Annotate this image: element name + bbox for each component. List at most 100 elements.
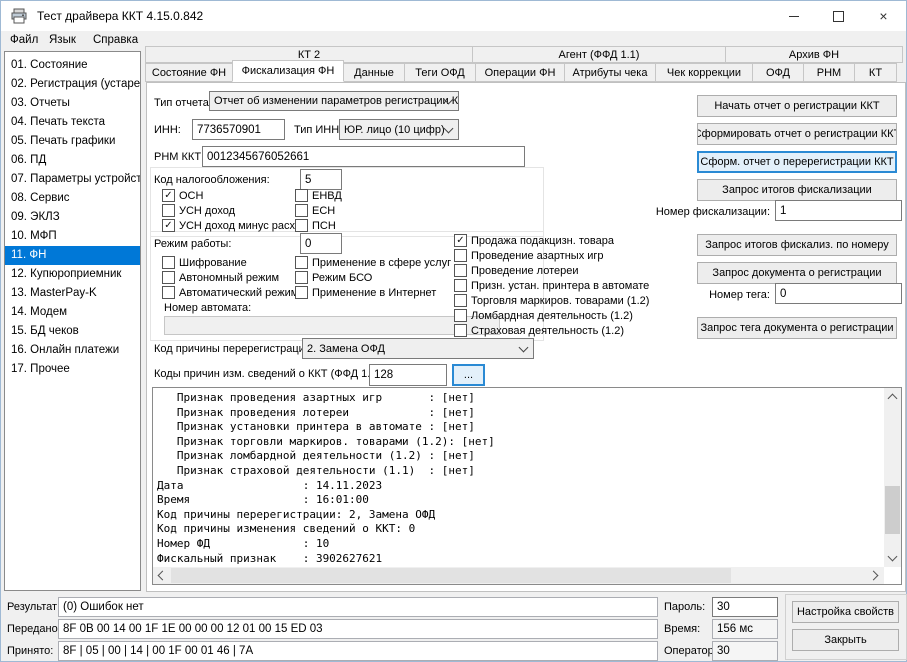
- checkbox-insurance[interactable]: Страховая деятельность (1.2): [454, 324, 624, 337]
- time-field[interactable]: 156 мс: [712, 619, 778, 639]
- request-fisc-results-button[interactable]: Запрос итогов фискализации: [697, 179, 897, 201]
- received-field[interactable]: 8F | 05 | 00 | 14 | 00 1F 00 01 46 | 7A: [58, 641, 658, 661]
- menu-file[interactable]: Файл: [5, 31, 43, 49]
- sidebar-item-modem[interactable]: 14. Модем: [5, 303, 140, 322]
- log-line: Время : 16:01:00: [157, 493, 881, 508]
- tab-operacii-fn[interactable]: Операции ФН: [475, 63, 565, 82]
- checkbox-envd[interactable]: ЕНВД: [295, 189, 342, 202]
- minimize-button[interactable]: [771, 1, 816, 31]
- checkbox-primenenie-v-sfere-uslug[interactable]: Применение в сфере услуг: [295, 256, 451, 269]
- fiscalization-panel: Тип отчета: Отчет об изменении параметро…: [146, 82, 906, 592]
- sidebar-item-otchety[interactable]: 03. Отчеты: [5, 94, 140, 113]
- checkbox-pawnshop[interactable]: Ломбардная деятельность (1.2): [454, 309, 633, 322]
- tab-agent[interactable]: Агент (ФФД 1.1): [472, 46, 726, 63]
- menu-help[interactable]: Справка: [88, 31, 143, 49]
- sidebar-item-prochee[interactable]: 17. Прочее: [5, 360, 140, 379]
- request-reg-tag-button[interactable]: Запрос тега документа о регистрации: [697, 317, 897, 339]
- sidebar-item-mfp[interactable]: 10. МФП: [5, 227, 140, 246]
- checkbox-label: Торговля маркиров. товарами (1.2): [471, 295, 649, 307]
- work-mode-field[interactable]: 0: [300, 233, 342, 254]
- report-type-select[interactable]: Отчет об изменении параметров регистраци…: [209, 91, 459, 111]
- checkbox-label: ЕСН: [312, 205, 335, 217]
- log-line: Признак ломбардной деятельности (1.2) : …: [157, 449, 881, 464]
- inn-type-select[interactable]: ЮР. лицо (10 цифр): [339, 119, 459, 140]
- settings-button[interactable]: Настройка свойств: [792, 601, 899, 623]
- tab-rnm[interactable]: РНМ: [803, 63, 855, 82]
- request-fisc-by-number-button[interactable]: Запрос итогов фискализ. по номеру: [697, 234, 897, 256]
- checkbox-osn[interactable]: ✓ ОСН: [162, 189, 203, 202]
- sidebar-item-kupyuropriemnik[interactable]: 12. Купюроприемник: [5, 265, 140, 284]
- sidebar-item-parametry-ustroystva[interactable]: 07. Параметры устройства: [5, 170, 140, 189]
- vertical-scrollbar[interactable]: [884, 388, 901, 567]
- maximize-button[interactable]: [816, 1, 861, 31]
- tab-atributy-cheka[interactable]: Атрибуты чека: [564, 63, 656, 82]
- checkbox-primenenie-v-internet[interactable]: Применение в Интернет: [295, 286, 436, 299]
- inn-field[interactable]: 7736570901: [192, 119, 285, 140]
- fisc-number-field[interactable]: 1: [775, 200, 902, 221]
- operator-field[interactable]: 30: [712, 641, 778, 661]
- log-output[interactable]: Признак проведения азартных игр : [нет] …: [152, 387, 902, 585]
- automat-number-field[interactable]: [164, 316, 500, 335]
- request-reg-document-button[interactable]: Запрос документа о регистрации: [697, 262, 897, 284]
- sidebar-item-onlayn-platezhi[interactable]: 16. Онлайн платежи: [5, 341, 140, 360]
- checkbox-shifrovanie[interactable]: Шифрование: [162, 256, 247, 269]
- form-reg-report-button[interactable]: Сформировать отчет о регистрации ККТ: [697, 123, 897, 145]
- checkbox-printer-in-automat[interactable]: Призн. устан. принтера в автомате: [454, 279, 649, 292]
- form-rereg-report-button[interactable]: Сформ. отчет о перерегистрации ККТ: [697, 151, 897, 173]
- checkbox-usn-dohod[interactable]: УСН доход: [162, 204, 235, 217]
- checkbox-esn[interactable]: ЕСН: [295, 204, 335, 217]
- rnm-field[interactable]: 0012345676052661: [202, 146, 525, 167]
- tab-kt[interactable]: КТ: [854, 63, 897, 82]
- horizontal-scrollbar[interactable]: [153, 567, 884, 584]
- tag-number-field[interactable]: 0: [775, 283, 902, 304]
- tab-tegi-ofd[interactable]: Теги ОФД: [404, 63, 476, 82]
- menu-language[interactable]: Язык: [44, 31, 81, 49]
- checkbox-sale-excise[interactable]: ✓ Продажа подакцизн. товара: [454, 234, 614, 247]
- inn-type-value: ЮР. лицо (10 цифр): [344, 124, 445, 136]
- sidebar-item-registraciya[interactable]: 02. Регистрация (устаревш.): [5, 75, 140, 94]
- tab-ofd[interactable]: ОФД: [752, 63, 804, 82]
- tab-arhiv-fn[interactable]: Архив ФН: [725, 46, 903, 63]
- tax-code-field[interactable]: 5: [300, 169, 342, 190]
- sidebar-item-fn[interactable]: 11. ФН: [5, 246, 140, 265]
- checkbox-rezhim-bso[interactable]: Режим БСО: [295, 271, 372, 284]
- tab-sostoyanie-fn[interactable]: Состояние ФН: [145, 63, 233, 82]
- checkbox-lottery[interactable]: Проведение лотереи: [454, 264, 579, 277]
- sidebar-item-pechat-teksta[interactable]: 04. Печать текста: [5, 113, 140, 132]
- sent-field[interactable]: 8F 0B 00 14 00 1F 1E 00 00 00 12 01 00 1…: [58, 619, 658, 639]
- close-dialog-button[interactable]: Закрыть: [792, 629, 899, 651]
- log-line: Фискальный признак : 3902627621: [157, 552, 881, 564]
- sidebar-item-masterpay[interactable]: 13. MasterPay-K: [5, 284, 140, 303]
- checkbox-avtomaticheskiy-rezhim[interactable]: Автоматический режим: [162, 286, 298, 299]
- checkbox-psn[interactable]: ПСН: [295, 219, 336, 232]
- checkbox-label: Продажа подакцизн. товара: [471, 235, 614, 247]
- checkbox-avtonomny-rezhim[interactable]: Автономный режим: [162, 271, 279, 284]
- checkbox-marked-goods[interactable]: Торговля маркиров. товарами (1.2): [454, 294, 649, 307]
- tab-chek-korrekcii[interactable]: Чек коррекции: [655, 63, 753, 82]
- tab-fiskalizaciya-fn[interactable]: Фискализация ФН: [232, 60, 344, 82]
- sidebar-item-sostoyanie[interactable]: 01. Состояние: [5, 56, 140, 75]
- checkbox-label: УСН доход минус расход: [179, 220, 307, 232]
- password-field[interactable]: 30: [712, 597, 778, 617]
- tab-dannye[interactable]: Данные: [343, 63, 405, 82]
- sidebar-item-pd[interactable]: 06. ПД: [5, 151, 140, 170]
- sidebar-item-eklz[interactable]: 09. ЭКЛЗ: [5, 208, 140, 227]
- checkbox-gambling[interactable]: Проведение азартных игр: [454, 249, 604, 262]
- chevron-down-icon: [888, 552, 898, 562]
- change-codes-field[interactable]: 128: [369, 364, 447, 386]
- rereg-reason-select[interactable]: 2. Замена ОФД: [302, 338, 534, 359]
- scrollbar-thumb[interactable]: [885, 486, 900, 534]
- result-field[interactable]: (0) Ошибок нет: [58, 597, 658, 617]
- sidebar-item-servis[interactable]: 08. Сервис: [5, 189, 140, 208]
- rereg-reason-label: Код причины перерегистрации:: [154, 343, 314, 355]
- start-reg-report-button[interactable]: Начать отчет о регистрации ККТ: [697, 95, 897, 117]
- checkbox-label: ЕНВД: [312, 190, 342, 202]
- change-codes-browse-button[interactable]: ...: [452, 364, 485, 386]
- sidebar-item-pechat-grafiki[interactable]: 05. Печать графики: [5, 132, 140, 151]
- section-list: 01. Состояние 02. Регистрация (устаревш.…: [4, 51, 141, 591]
- scrollbar-thumb[interactable]: [171, 568, 731, 583]
- close-button[interactable]: ×: [861, 1, 906, 31]
- sidebar-item-bd-chekov[interactable]: 15. БД чеков: [5, 322, 140, 341]
- result-label: Результат:: [7, 601, 60, 613]
- checkbox-usn-dohod-minus-rashod[interactable]: ✓ УСН доход минус расход: [162, 219, 307, 232]
